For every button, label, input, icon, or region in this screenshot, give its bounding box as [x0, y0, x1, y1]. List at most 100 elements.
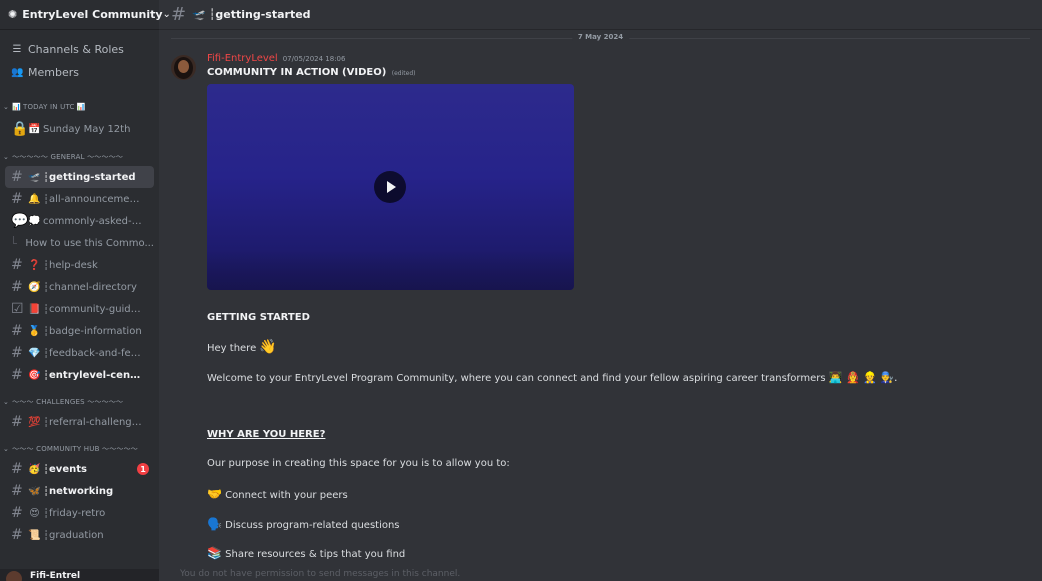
- channel-all-announcements[interactable]: # 🔔 ┆all-announcements: [5, 188, 154, 210]
- channel-directory[interactable]: # 🧭 ┆channel-directory: [5, 276, 154, 298]
- speaking-head-emoji-icon: 🗣️: [207, 517, 222, 531]
- channel-friday-retro[interactable]: # 😍 ┆friday-retro: [5, 502, 154, 524]
- channel-emoji: 📕: [28, 303, 41, 315]
- play-button[interactable]: [374, 171, 406, 203]
- channel-getting-started[interactable]: # 🛫 ┆getting-started: [5, 166, 154, 188]
- channels-roles-icon: ☰: [12, 44, 22, 55]
- avatar-face: [178, 60, 189, 73]
- rules-icon: ☑: [11, 301, 24, 317]
- channel-emoji: 🦋: [28, 485, 41, 497]
- channel-emoji: 🛫: [192, 8, 206, 21]
- hash-icon: #: [11, 461, 23, 477]
- channel-emoji: 😍: [29, 507, 40, 519]
- channel-header: # 🛫 ┆getting-started: [159, 0, 1042, 30]
- channel-emoji: 🛫: [28, 171, 41, 183]
- channel-emoji: 📜: [28, 529, 41, 541]
- channel-label: ┆friday-retro: [43, 507, 106, 519]
- nav-members[interactable]: 👥 Members: [0, 61, 159, 84]
- channel-referral-challenge[interactable]: # 💯 ┆referral-challenge-...: [5, 411, 154, 433]
- heading-getting-started: GETTING STARTED: [207, 312, 310, 323]
- channel-emoji: 🎯: [28, 369, 41, 381]
- channel-badge-information[interactable]: # 🥇 ┆badge-information: [5, 320, 154, 342]
- category-chevron-icon: ⌄: [3, 153, 10, 161]
- people-emoji-icon: 👨‍💻 👩‍🚒 👷 👨‍🔧.: [828, 371, 898, 384]
- channel-help-desk[interactable]: # ❓ ┆help-desk: [5, 254, 154, 276]
- category-chevron-icon: ⌄: [3, 103, 10, 111]
- category-label: TODAY IN UTC: [23, 103, 75, 111]
- channel-label: ┆referral-challenge-...: [43, 416, 143, 428]
- play-icon: [387, 181, 396, 193]
- lock-icon: 🔒: [11, 121, 29, 137]
- line-hey: Hey there 👋: [207, 339, 277, 355]
- category-label: 〜〜〜 CHALLENGES 〜〜〜〜〜: [12, 398, 124, 406]
- bullet-text: Share resources & tips that you find: [225, 549, 406, 560]
- user-name: Fifi-Entrel: [30, 571, 81, 581]
- nav-label: Members: [28, 66, 79, 79]
- hash-icon: #: [11, 505, 23, 521]
- category-chevron-icon: ⌄: [3, 445, 10, 453]
- channel-label: commonly-asked-qu...: [43, 215, 143, 227]
- category-today[interactable]: ⌄ 📊 TODAY IN UTC 📊: [0, 98, 159, 116]
- nav-channels-roles[interactable]: ☰ Channels & Roles: [0, 38, 159, 61]
- category-label: 〜〜〜 COMMUNITY HUB 〜〜〜〜〜: [12, 445, 138, 453]
- date-divider: 7 May 2024: [171, 33, 1030, 41]
- no-permission-text: You do not have permission to send messa…: [180, 569, 461, 579]
- channel-emoji: 🔔: [28, 193, 41, 205]
- server-logo-icon: ✺: [8, 7, 18, 21]
- wave-emoji-icon: 👋: [259, 339, 277, 355]
- hash-icon: #: [11, 345, 23, 361]
- channel-title: ┆getting-started: [208, 8, 311, 21]
- hash-icon: #: [11, 279, 23, 295]
- channel-label: ┆entrylevel-central: [43, 369, 143, 381]
- user-panel[interactable]: Fifi-Entrel: [0, 569, 159, 581]
- channel-networking[interactable]: # 🦋 ┆networking: [5, 480, 154, 502]
- hey-text: Hey there: [207, 343, 257, 354]
- welcome-text: Welcome to your EntryLevel Program Commu…: [207, 373, 826, 384]
- bullet-connect: 🤝 Connect with your peers: [207, 487, 348, 501]
- channel-label: ┆getting-started: [43, 171, 136, 183]
- hash-icon: #: [11, 414, 23, 430]
- thread-connector: [13, 236, 18, 244]
- chart-emoji-icon: 📊: [76, 103, 86, 111]
- avatar[interactable]: [6, 571, 22, 581]
- channel-label: ┆events: [43, 463, 87, 475]
- channel-emoji: 💭: [28, 215, 41, 227]
- thread-how-to-use[interactable]: How to use this Commo...: [5, 232, 154, 254]
- channel-commonly-asked[interactable]: 💬 💭 commonly-asked-qu...: [5, 210, 154, 232]
- category-community-hub[interactable]: ⌄ 〜〜〜 COMMUNITY HUB 〜〜〜〜〜: [0, 440, 159, 458]
- channel-sidebar: ✺ EntryLevel Community ⌄ ☰ Channels & Ro…: [0, 0, 171, 581]
- hash-icon: #: [11, 257, 23, 273]
- bullet-text: Connect with your peers: [225, 490, 348, 501]
- channel-today[interactable]: 🔒 📅 Sunday May 12th: [5, 118, 154, 140]
- channel-entrylevel-central[interactable]: # 🎯 ┆entrylevel-central: [5, 364, 154, 386]
- channel-emoji: 🥇: [28, 325, 41, 337]
- category-challenges[interactable]: ⌄ 〜〜〜 CHALLENGES 〜〜〜〜〜: [0, 393, 159, 411]
- category-general[interactable]: ⌄ 〜〜〜〜〜 GENERAL 〜〜〜〜〜: [0, 148, 159, 166]
- server-header[interactable]: ✺ EntryLevel Community ⌄: [0, 0, 171, 30]
- channel-label: ┆community-guideli...: [43, 303, 143, 315]
- chart-emoji-icon: 📊: [12, 103, 21, 111]
- video-embed[interactable]: [207, 84, 574, 290]
- line-purpose: Our purpose in creating this space for y…: [207, 458, 510, 469]
- hash-icon: #: [11, 367, 23, 383]
- channel-community-guidelines[interactable]: ☑ 📕 ┆community-guideli...: [5, 298, 154, 320]
- channel-feedback[interactable]: # 💎 ┆feedback-and-feat...: [5, 342, 154, 364]
- bullet-discuss: 🗣️ Discuss program-related questions: [207, 517, 400, 531]
- hash-icon: #: [11, 191, 23, 207]
- avatar[interactable]: [171, 55, 196, 80]
- channel-events[interactable]: # 🥳 ┆events 1: [5, 458, 154, 480]
- forum-icon: 💬: [11, 213, 29, 229]
- nav-label: Channels & Roles: [28, 43, 124, 56]
- message-author[interactable]: Fifi-EntryLevel: [207, 53, 278, 64]
- channel-label: ┆badge-information: [43, 325, 142, 337]
- category-chevron-icon: ⌄: [3, 398, 10, 406]
- channel-graduation[interactable]: # 📜 ┆graduation: [5, 524, 154, 546]
- channel-emoji: ❓: [28, 259, 41, 271]
- message: Fifi-EntryLevel 07/05/2024 18:06 COMMUNI…: [207, 53, 1027, 560]
- hash-icon: #: [171, 4, 187, 25]
- bullet-text: Discuss program-related questions: [225, 520, 400, 531]
- hash-icon: #: [11, 483, 23, 499]
- message-area[interactable]: 7 May 2024 Fifi-EntryLevel 07/05/2024 18…: [159, 31, 1042, 566]
- message-timestamp: 07/05/2024 18:06: [282, 55, 346, 63]
- line-welcome: Welcome to your EntryLevel Program Commu…: [207, 371, 898, 384]
